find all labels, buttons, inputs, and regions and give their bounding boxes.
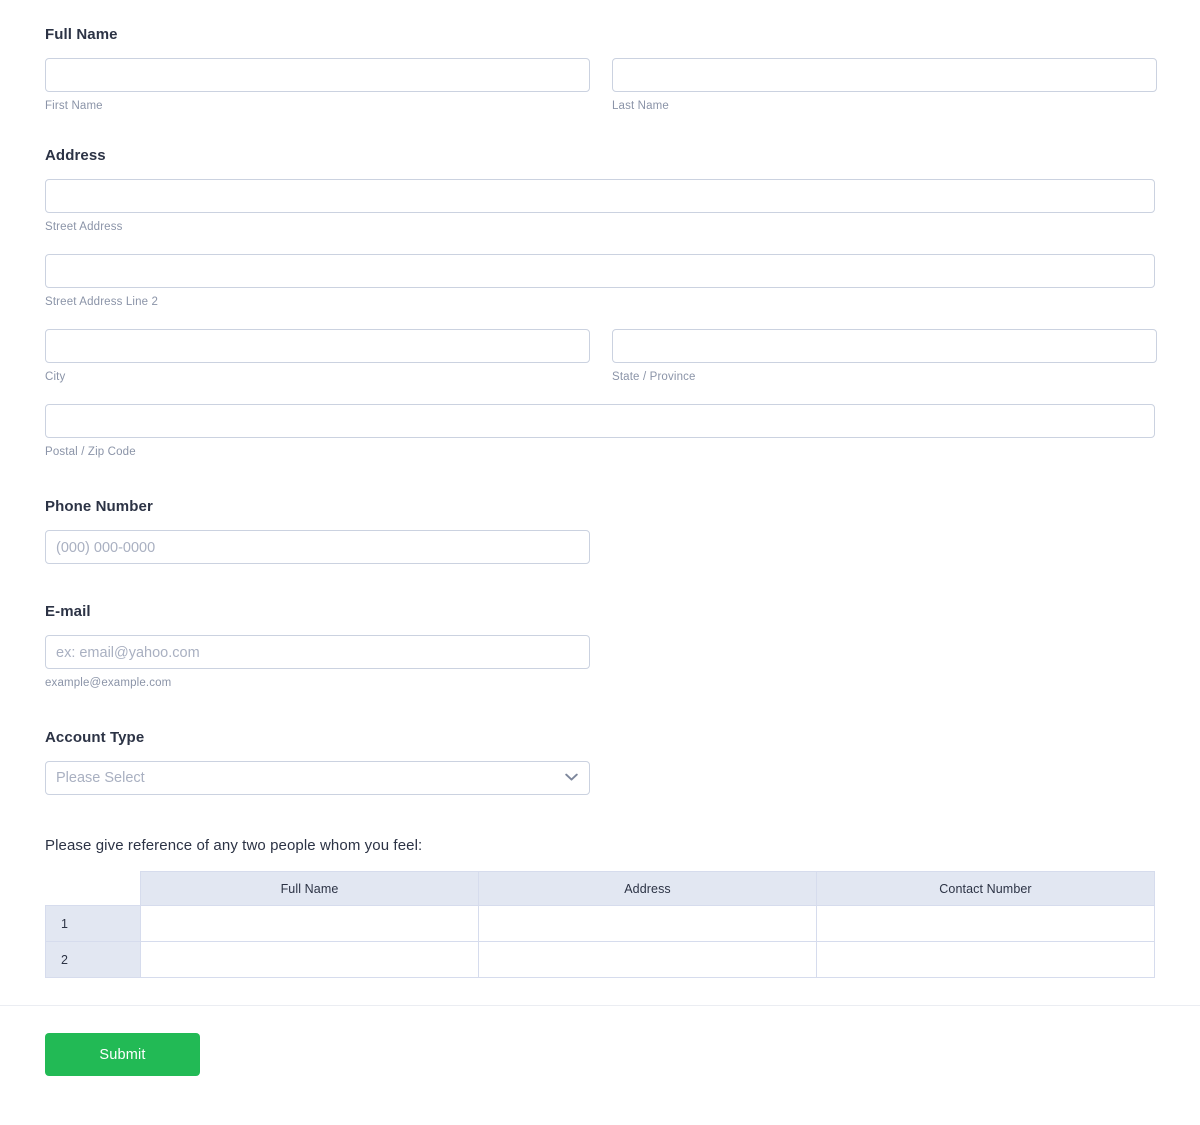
street-address-input[interactable] (45, 179, 1155, 213)
row2-full-name-cell[interactable] (140, 941, 479, 978)
street-address-line2-input[interactable] (45, 254, 1155, 288)
row2-contact-number-cell[interactable] (816, 941, 1155, 978)
account-type-select-wrap: Please Select (45, 761, 590, 795)
field-phone-number: Phone Number (45, 497, 1155, 564)
submit-button[interactable]: Submit (45, 1033, 200, 1076)
row1-full-name-cell[interactable] (140, 905, 479, 942)
phone-number-label: Phone Number (45, 498, 153, 515)
row1-contact-number-cell[interactable] (816, 905, 1155, 942)
address-label: Address (45, 147, 106, 164)
reference-table-head: Full Name Address Contact Number (46, 871, 1155, 906)
email-label: E-mail (45, 603, 91, 620)
state-province-sublabel: State / Province (612, 371, 696, 383)
first-name-sublabel: First Name (45, 100, 103, 112)
street-address-col: Street Address (45, 179, 1155, 234)
postal-code-col: Postal / Zip Code (45, 404, 1155, 459)
email-sublabel: example@example.com (45, 677, 172, 689)
table-header-row: Full Name Address Contact Number (46, 871, 1155, 906)
account-type-label: Account Type (45, 729, 145, 746)
first-name-col: First Name (45, 58, 590, 113)
city-input[interactable] (45, 329, 590, 363)
last-name-input[interactable] (612, 58, 1157, 92)
row-number: 1 (45, 905, 141, 942)
postal-zip-input[interactable] (45, 404, 1155, 438)
reference-table-heading: Please give reference of any two people … (45, 837, 423, 854)
reference-table: Full Name Address Contact Number 1 2 (45, 871, 1155, 978)
last-name-col: Last Name (612, 58, 1157, 113)
account-type-selected-value: Please Select (56, 770, 145, 786)
full-name-row: First Name Last Name (45, 58, 1157, 113)
field-address: Address Street Address Street Address Li… (45, 146, 1157, 459)
field-account-type: Account Type Please Select (45, 728, 1155, 795)
city-state-row: City State / Province (45, 329, 1157, 384)
form-body: Full Name First Name Last Name Address S… (0, 0, 1200, 978)
row1-address-cell[interactable] (478, 905, 817, 942)
postal-zip-sublabel: Postal / Zip Code (45, 446, 136, 458)
form-container: Full Name First Name Last Name Address S… (0, 0, 1200, 1076)
street-address-line2-row: Street Address Line 2 (45, 254, 1155, 309)
field-email: E-mail example@example.com (45, 602, 1155, 690)
field-full-name: Full Name First Name Last Name (45, 25, 1157, 113)
street-address-line2-col: Street Address Line 2 (45, 254, 1155, 309)
footer-area: Submit (0, 1006, 1200, 1076)
first-name-input[interactable] (45, 58, 590, 92)
account-type-select[interactable]: Please Select (45, 761, 590, 795)
column-header-address: Address (478, 871, 817, 906)
table-row: 2 (45, 941, 1155, 978)
column-header-full-name: Full Name (140, 871, 479, 906)
state-province-input[interactable] (612, 329, 1157, 363)
reference-table-block: Please give reference of any two people … (45, 837, 1155, 978)
street-address-sublabel: Street Address (45, 221, 123, 233)
city-col: City (45, 329, 590, 384)
reference-table-body: 1 2 (45, 905, 1155, 978)
full-name-label: Full Name (45, 26, 118, 43)
street-address-row: Street Address (45, 179, 1155, 234)
state-col: State / Province (612, 329, 1157, 384)
phone-number-col (45, 530, 590, 564)
table-row: 1 (45, 905, 1155, 942)
row-number: 2 (45, 941, 141, 978)
phone-number-input[interactable] (45, 530, 590, 564)
email-input[interactable] (45, 635, 590, 669)
column-header-contact-number: Contact Number (816, 871, 1155, 906)
email-col: example@example.com (45, 635, 590, 690)
last-name-sublabel: Last Name (612, 100, 669, 112)
city-sublabel: City (45, 371, 66, 383)
row2-address-cell[interactable] (478, 941, 817, 978)
street-address-line2-sublabel: Street Address Line 2 (45, 296, 159, 308)
corner-cell (46, 872, 141, 906)
postal-code-row: Postal / Zip Code (45, 404, 1155, 459)
